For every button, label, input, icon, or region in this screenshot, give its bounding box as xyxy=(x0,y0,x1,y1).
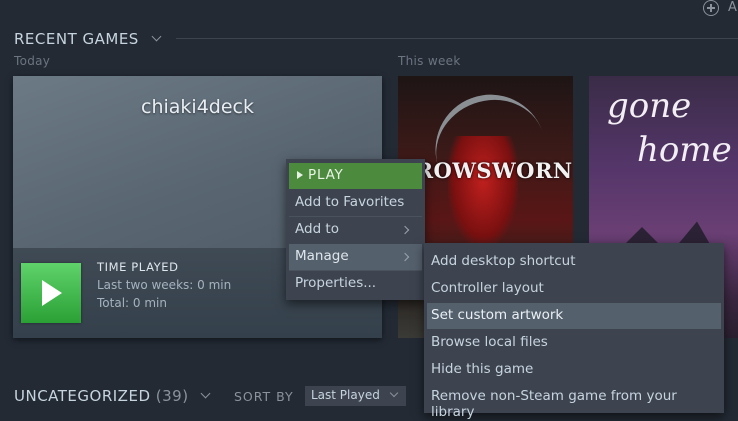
menu-item-play[interactable]: PLAY xyxy=(289,163,422,189)
time-played-total: Total: 0 min xyxy=(97,296,167,310)
section-divider xyxy=(176,38,738,39)
collection-title[interactable]: UNCATEGORIZED (39) xyxy=(14,387,189,405)
chevron-down-icon[interactable] xyxy=(200,388,211,399)
menu-item-label: Properties... xyxy=(295,275,377,291)
add-shelf-icon[interactable] xyxy=(703,0,719,16)
sort-by-value: Last Played xyxy=(311,388,380,402)
submenu-item-browse-local-files[interactable]: Browse local files xyxy=(427,330,721,356)
menu-item-label: Add to Favorites xyxy=(295,194,405,210)
manage-submenu: Add desktop shortcut Controller layout S… xyxy=(424,243,724,420)
menu-item-label: PLAY xyxy=(308,167,344,183)
game-title: chiaki4deck xyxy=(141,96,254,118)
play-icon xyxy=(297,171,303,179)
menu-item-manage[interactable]: Manage xyxy=(289,244,422,270)
submenu-item-controller-layout[interactable]: Controller layout xyxy=(427,276,721,302)
sort-by-dropdown[interactable]: Last Played xyxy=(305,386,406,406)
play-icon xyxy=(42,280,62,306)
chevron-down-icon xyxy=(389,388,399,398)
submenu-item-remove-non-steam-game[interactable]: Remove non-Steam game from your library xyxy=(427,384,721,420)
submenu-item-label: Hide this game xyxy=(431,361,534,377)
collection-label: UNCATEGORIZED xyxy=(14,387,151,405)
submenu-item-label: Remove non-Steam game from your library xyxy=(431,388,677,420)
sort-by-label: SORT BY xyxy=(234,389,294,404)
menu-item-add-to[interactable]: Add to xyxy=(289,217,422,243)
menu-item-label: Add to xyxy=(295,221,339,237)
submenu-item-set-custom-artwork[interactable]: Set custom artwork xyxy=(427,303,721,329)
submenu-item-add-desktop-shortcut[interactable]: Add desktop shortcut xyxy=(427,249,721,275)
submenu-item-label: Browse local files xyxy=(431,334,548,350)
add-shelf-label[interactable]: A xyxy=(728,0,737,15)
chevron-right-icon xyxy=(400,252,410,262)
chevron-down-icon[interactable] xyxy=(151,31,162,42)
submenu-item-label: Add desktop shortcut xyxy=(431,253,576,269)
menu-item-label: Manage xyxy=(295,248,349,264)
play-button[interactable] xyxy=(21,263,81,323)
submenu-item-label: Set custom artwork xyxy=(431,307,564,323)
menu-item-add-to-favorites[interactable]: Add to Favorites xyxy=(289,190,422,216)
poster-title-line2: home xyxy=(637,130,732,170)
menu-item-properties[interactable]: Properties... xyxy=(289,271,422,297)
submenu-item-label: Controller layout xyxy=(431,280,544,296)
shelf-label-this-week: This week xyxy=(398,54,461,68)
context-menu: PLAY Add to Favorites Add to Manage Prop… xyxy=(286,159,425,300)
collection-count: (39) xyxy=(155,387,189,405)
time-played-two-weeks: Last two weeks: 0 min xyxy=(97,278,232,292)
chevron-right-icon xyxy=(400,225,410,235)
time-played-title: TIME PLAYED xyxy=(97,260,179,274)
poster-title-line1: gone xyxy=(607,86,692,126)
recent-games-title[interactable]: RECENT GAMES xyxy=(14,30,139,48)
submenu-item-hide-this-game[interactable]: Hide this game xyxy=(427,357,721,383)
cloaked-figure-art xyxy=(448,136,518,246)
shelf-label-today: Today xyxy=(14,54,51,68)
